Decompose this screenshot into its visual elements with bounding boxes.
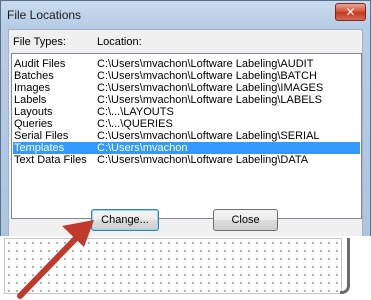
file-type-label: Audit Files	[14, 58, 66, 70]
location-path: C:\...\LAYOUTS	[97, 106, 174, 118]
title-bar[interactable]: File Locations ✕	[1, 1, 370, 29]
list-item[interactable]: Images C:\Users\mvachon\Loftware Labelin…	[13, 82, 360, 94]
canvas-frame-edge	[340, 238, 350, 294]
location-path: C:\...\QUERIES	[97, 118, 173, 130]
location-path: C:\Users\mvachon\Loftware Labeling\LABEL…	[97, 94, 323, 106]
location-header: Location:	[97, 36, 142, 48]
location-path: C:\Users\mvachon\Loftware Labeling\AUDIT	[97, 58, 314, 70]
location-path: C:\Users\mvachon\Loftware Labeling\BATCH	[97, 70, 317, 82]
file-locations-list[interactable]: Audit Files C:\Users\mvachon\Loftware La…	[11, 53, 362, 219]
list-item[interactable]: Layouts C:\...\LAYOUTS	[13, 106, 360, 118]
file-type-label: Queries	[14, 118, 53, 130]
list-item[interactable]: Queries C:\...\QUERIES	[13, 118, 360, 130]
window-close-button[interactable]: ✕	[335, 3, 366, 21]
file-type-label: Layouts	[14, 106, 53, 118]
file-type-label: Batches	[14, 70, 54, 82]
list-item[interactable]: Text Data Files C:\Users\mvachon\Loftwar…	[13, 154, 360, 166]
close-button[interactable]: Close	[213, 209, 278, 231]
file-type-label: Text Data Files	[14, 154, 87, 166]
dialog-client-area: File Types: Location: Audit Files C:\Use…	[8, 29, 363, 237]
file-type-label: Labels	[14, 94, 47, 106]
change-button[interactable]: Change...	[91, 209, 159, 231]
location-path: C:\Users\mvachon\Loftware Labeling\DATA	[97, 154, 309, 166]
location-path: C:\Users\mvachon\Loftware Labeling\IMAGE…	[97, 82, 324, 94]
window-title: File Locations	[7, 8, 82, 22]
label-design-grid[interactable]	[4, 238, 342, 294]
list-item-selected[interactable]: Templates C:\Users\mvachon	[13, 142, 360, 154]
list-item[interactable]: Audit Files C:\Users\mvachon\Loftware La…	[13, 58, 360, 70]
list-item[interactable]: Labels C:\Users\mvachon\Loftware Labelin…	[13, 94, 360, 106]
location-path: C:\Users\mvachon\Loftware Labeling\SERIA…	[97, 130, 320, 142]
file-type-label: Templates	[14, 142, 65, 154]
location-path: C:\Users\mvachon	[97, 142, 188, 154]
file-type-label: Serial Files	[14, 130, 69, 142]
list-item[interactable]: Batches C:\Users\mvachon\Loftware Labeli…	[13, 70, 360, 82]
list-item[interactable]: Serial Files C:\Users\mvachon\Loftware L…	[13, 130, 360, 142]
file-type-label: Images	[14, 82, 51, 94]
file-types-header: File Types:	[13, 36, 66, 48]
